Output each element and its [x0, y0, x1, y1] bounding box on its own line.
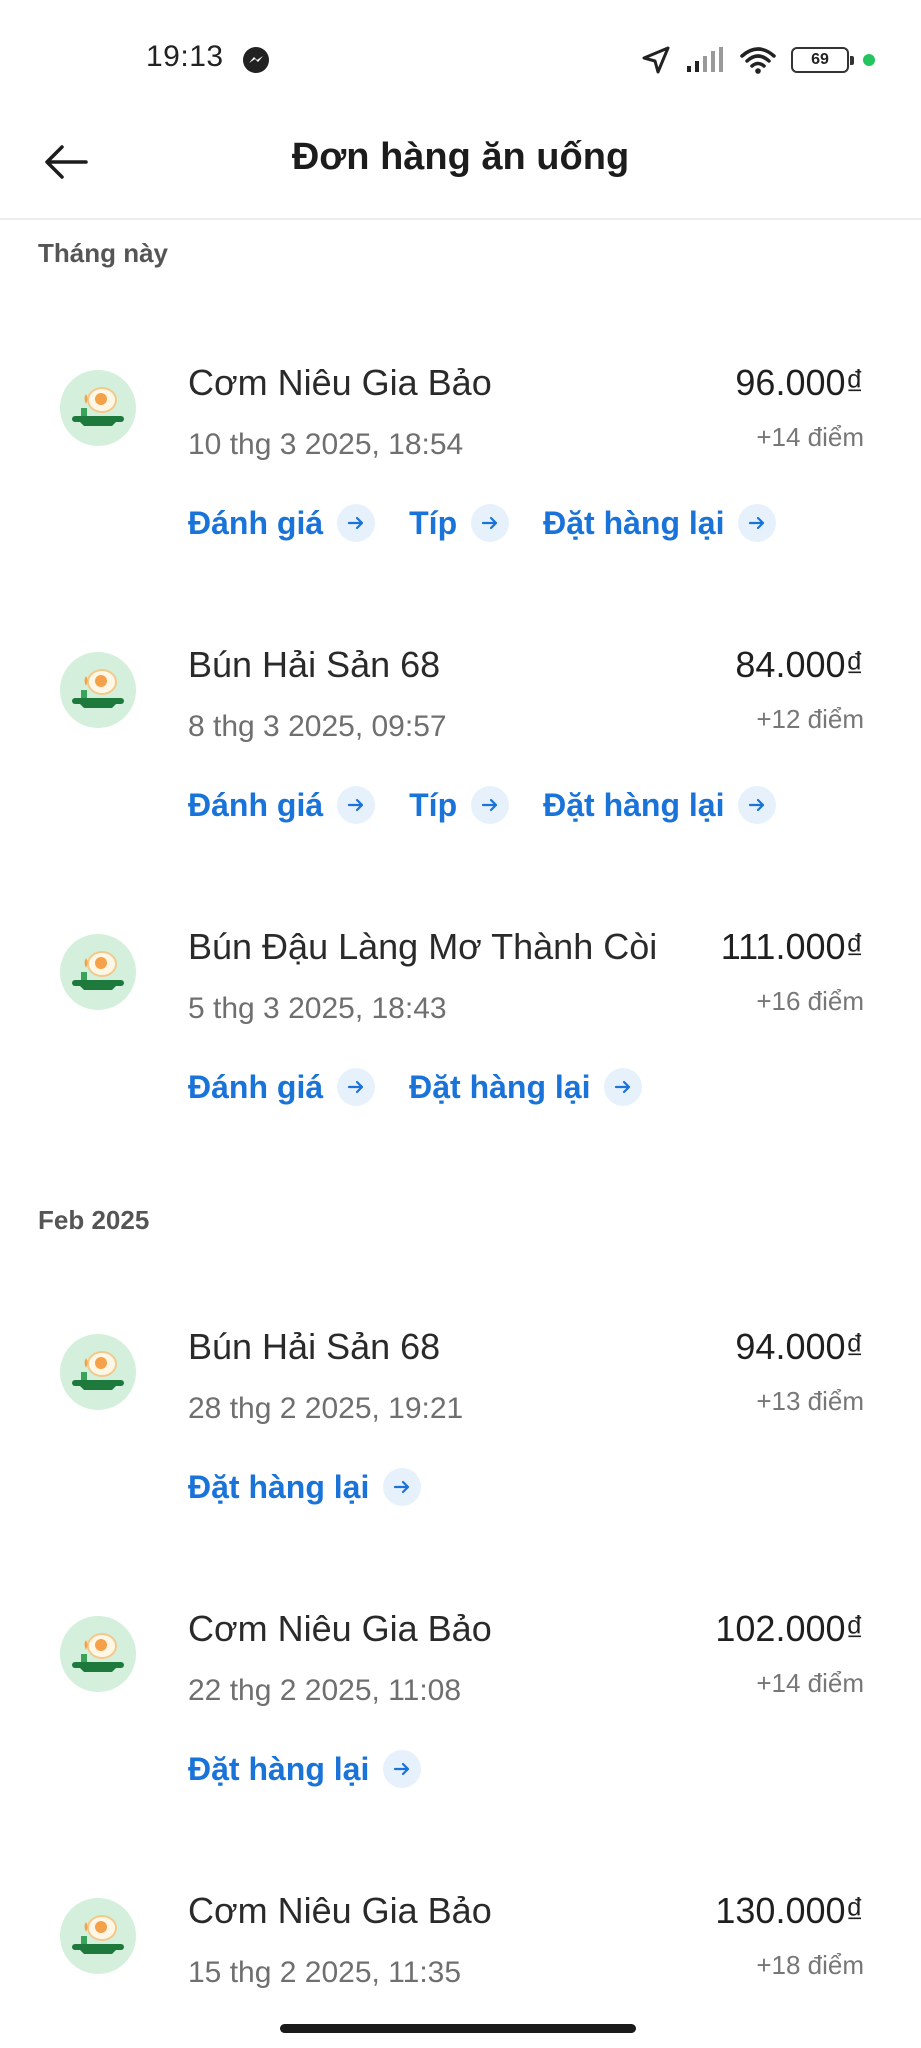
rate-button[interactable]: Đánh giá [188, 786, 376, 824]
order-date: 28 thg 2 2025, 19:21 [188, 1392, 464, 1425]
food-order-icon [60, 1334, 136, 1410]
tip-button[interactable]: Típ [409, 504, 510, 542]
arrow-right-icon [337, 1068, 376, 1106]
reorder-button[interactable]: Đặt hàng lại [543, 786, 777, 824]
battery-icon: 69 [791, 47, 854, 73]
order-item[interactable]: Cơm Niêu Gia Bảo 10 thg 3 2025, 18:54 96… [0, 332, 921, 592]
order-points: +12 điểm [756, 704, 864, 734]
order-price: 84.000₫ [735, 644, 864, 685]
location-arrow-icon [642, 46, 670, 74]
green-dot-indicator [863, 54, 875, 66]
order-points: +14 điểm [756, 422, 864, 452]
reorder-button-label: Đặt hàng lại [409, 1068, 591, 1105]
order-date: 22 thg 2 2025, 11:08 [188, 1674, 462, 1707]
reorder-button-label: Đặt hàng lại [188, 1468, 370, 1505]
order-points: +16 điểm [756, 986, 864, 1016]
order-points: +18 điểm [756, 1950, 864, 1980]
order-actions: Đặt hàng lại [188, 1468, 455, 1506]
food-order-icon [60, 652, 136, 728]
tip-button-label: Típ [409, 504, 458, 541]
status-bar: 19:13 69 [0, 0, 921, 110]
order-item[interactable]: Cơm Niêu Gia Bảo 22 thg 2 2025, 11:08 10… [0, 1578, 921, 1838]
reorder-button-label: Đặt hàng lại [543, 504, 725, 541]
order-actions: Đặt hàng lại [188, 1750, 455, 1788]
order-item[interactable]: Bún Đậu Làng Mơ Thành Còi 5 thg 3 2025, … [0, 896, 921, 1156]
rate-button[interactable]: Đánh giá [188, 504, 376, 542]
reorder-button-label: Đặt hàng lại [188, 1750, 370, 1787]
reorder-button[interactable]: Đặt hàng lại [188, 1468, 422, 1506]
status-time: 19:13 [146, 40, 224, 73]
food-order-icon [60, 1898, 136, 1974]
order-date: 10 thg 3 2025, 18:54 [188, 428, 464, 461]
arrow-right-icon [471, 786, 510, 824]
order-points: +13 điểm [756, 1386, 864, 1416]
order-price: 102.000₫ [715, 1608, 864, 1649]
restaurant-name: Bún Hải Sản 68 [188, 644, 441, 685]
arrow-right-icon [383, 1750, 422, 1788]
order-price: 96.000₫ [735, 362, 864, 403]
order-date: 8 thg 3 2025, 09:57 [188, 710, 447, 743]
order-date: 5 thg 3 2025, 18:43 [188, 992, 447, 1025]
reorder-button[interactable]: Đặt hàng lại [188, 1750, 422, 1788]
order-date: 15 thg 2 2025, 11:35 [188, 1956, 462, 1989]
app-header: Đơn hàng ăn uống [0, 110, 921, 220]
arrow-right-icon [738, 786, 777, 824]
tip-button-label: Típ [409, 786, 458, 823]
rate-button-label: Đánh giá [188, 1068, 324, 1105]
section-label-this-month: Tháng này [38, 238, 169, 268]
order-actions: Đánh giá Típ Đặt hàng lại [188, 504, 810, 542]
reorder-button[interactable]: Đặt hàng lại [409, 1068, 643, 1106]
screen: 19:13 69 Đơn hàng ăn uống Tháng này Cơm … [0, 0, 921, 2048]
rate-button-label: Đánh giá [188, 504, 324, 541]
battery-level: 69 [811, 51, 829, 68]
restaurant-name: Cơm Niêu Gia Bảo [188, 362, 492, 403]
arrow-right-icon [337, 786, 376, 824]
arrow-right-icon [738, 504, 777, 542]
wifi-icon [740, 47, 776, 74]
tip-button[interactable]: Típ [409, 786, 510, 824]
arrow-right-icon [337, 504, 376, 542]
food-order-icon [60, 934, 136, 1010]
order-price: 130.000₫ [715, 1890, 864, 1931]
restaurant-name: Cơm Niêu Gia Bảo [188, 1890, 492, 1931]
rate-button[interactable]: Đánh giá [188, 1068, 376, 1106]
order-points: +14 điểm [756, 1668, 864, 1698]
order-item[interactable]: Bún Hải Sản 68 8 thg 3 2025, 09:57 84.00… [0, 614, 921, 874]
status-icons: 69 [641, 42, 875, 78]
page-title: Đơn hàng ăn uống [291, 136, 630, 178]
restaurant-name: Bún Hải Sản 68 [188, 1326, 441, 1367]
food-order-icon [60, 370, 136, 446]
order-item[interactable]: Cơm Niêu Gia Bảo 15 thg 2 2025, 11:35 13… [0, 1860, 921, 2048]
arrow-right-icon [471, 504, 510, 542]
order-actions: Đánh giá Típ Đặt hàng lại [188, 786, 810, 824]
arrow-right-icon [383, 1468, 422, 1506]
food-order-icon [60, 1616, 136, 1692]
arrow-right-icon [604, 1068, 643, 1106]
reorder-button-label: Đặt hàng lại [543, 786, 725, 823]
order-price: 94.000₫ [735, 1326, 864, 1367]
section-label-feb-2025: Feb 2025 [38, 1205, 150, 1235]
order-item[interactable]: Bún Hải Sản 68 28 thg 2 2025, 19:21 94.0… [0, 1296, 921, 1556]
messenger-icon [243, 47, 269, 73]
reorder-button[interactable]: Đặt hàng lại [543, 504, 777, 542]
home-indicator[interactable] [280, 2024, 636, 2033]
signal-icon [687, 47, 723, 72]
order-actions: Đánh giá Đặt hàng lại [188, 1068, 676, 1106]
rate-button-label: Đánh giá [188, 786, 324, 823]
restaurant-name: Cơm Niêu Gia Bảo [188, 1608, 492, 1649]
restaurant-name: Bún Đậu Làng Mơ Thành Còi [188, 926, 658, 967]
order-price: 111.000₫ [720, 926, 864, 967]
